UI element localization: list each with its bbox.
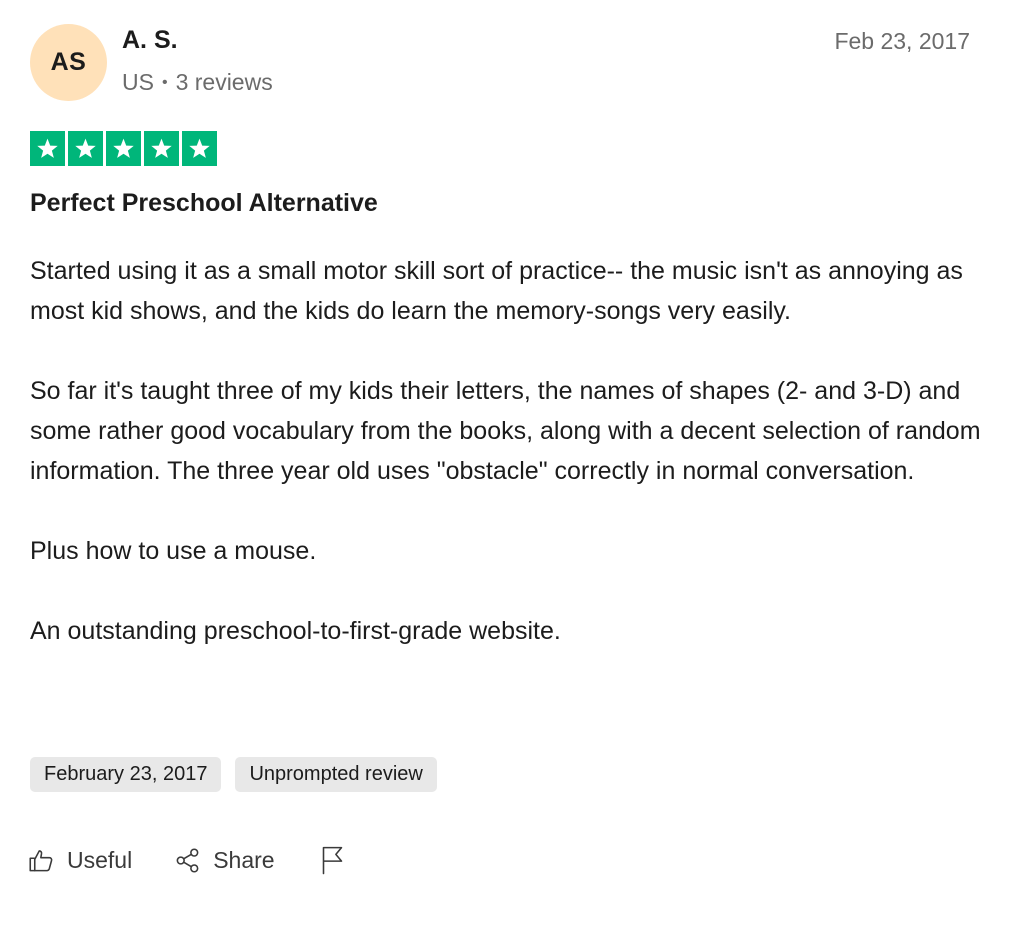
- flag-icon: [319, 845, 346, 875]
- review-paragraph: Plus how to use a mouse.: [30, 537, 317, 565]
- reviewer-name[interactable]: A. S.: [122, 26, 178, 55]
- reviewer-meta: US • 3 reviews: [122, 69, 273, 96]
- star-icon: [30, 131, 65, 166]
- review-card: AS A. S. US • 3 reviews Feb 23, 2017 Per…: [0, 0, 1024, 925]
- reviewer-country: US: [122, 69, 154, 95]
- unprompted-review-tag[interactable]: Unprompted review: [235, 757, 437, 792]
- star-icon: [68, 131, 103, 166]
- review-actions: Useful Share: [28, 845, 346, 875]
- share-icon: [174, 847, 201, 874]
- meta-separator: •: [161, 73, 168, 91]
- star-rating: [30, 131, 217, 166]
- review-date: Feb 23, 2017: [834, 28, 970, 54]
- review-paragraph: So far it's taught three of my kids thei…: [30, 377, 981, 485]
- share-label: Share: [213, 846, 275, 873]
- review-paragraph: Started using it as a small motor skill …: [30, 257, 963, 325]
- useful-label: Useful: [67, 846, 133, 873]
- review-paragraph: An outstanding preschool-to-first-grade …: [30, 617, 561, 645]
- avatar-initials: AS: [50, 48, 87, 76]
- thumbs-up-icon: [28, 847, 55, 874]
- avatar[interactable]: AS: [30, 24, 107, 101]
- star-icon: [106, 131, 141, 166]
- review-body: Started using it as a small motor skill …: [30, 251, 990, 651]
- useful-button[interactable]: Useful: [28, 847, 132, 874]
- star-icon: [182, 131, 217, 166]
- review-title[interactable]: Perfect Preschool Alternative: [30, 189, 378, 218]
- reviewer-review-count: 3 reviews: [175, 69, 273, 95]
- report-button[interactable]: [319, 845, 346, 875]
- experience-date-tag: February 23, 2017: [30, 757, 222, 792]
- star-icon: [144, 131, 179, 166]
- review-tags: February 23, 2017 Unprompted review: [30, 757, 437, 792]
- share-button[interactable]: Share: [174, 846, 275, 874]
